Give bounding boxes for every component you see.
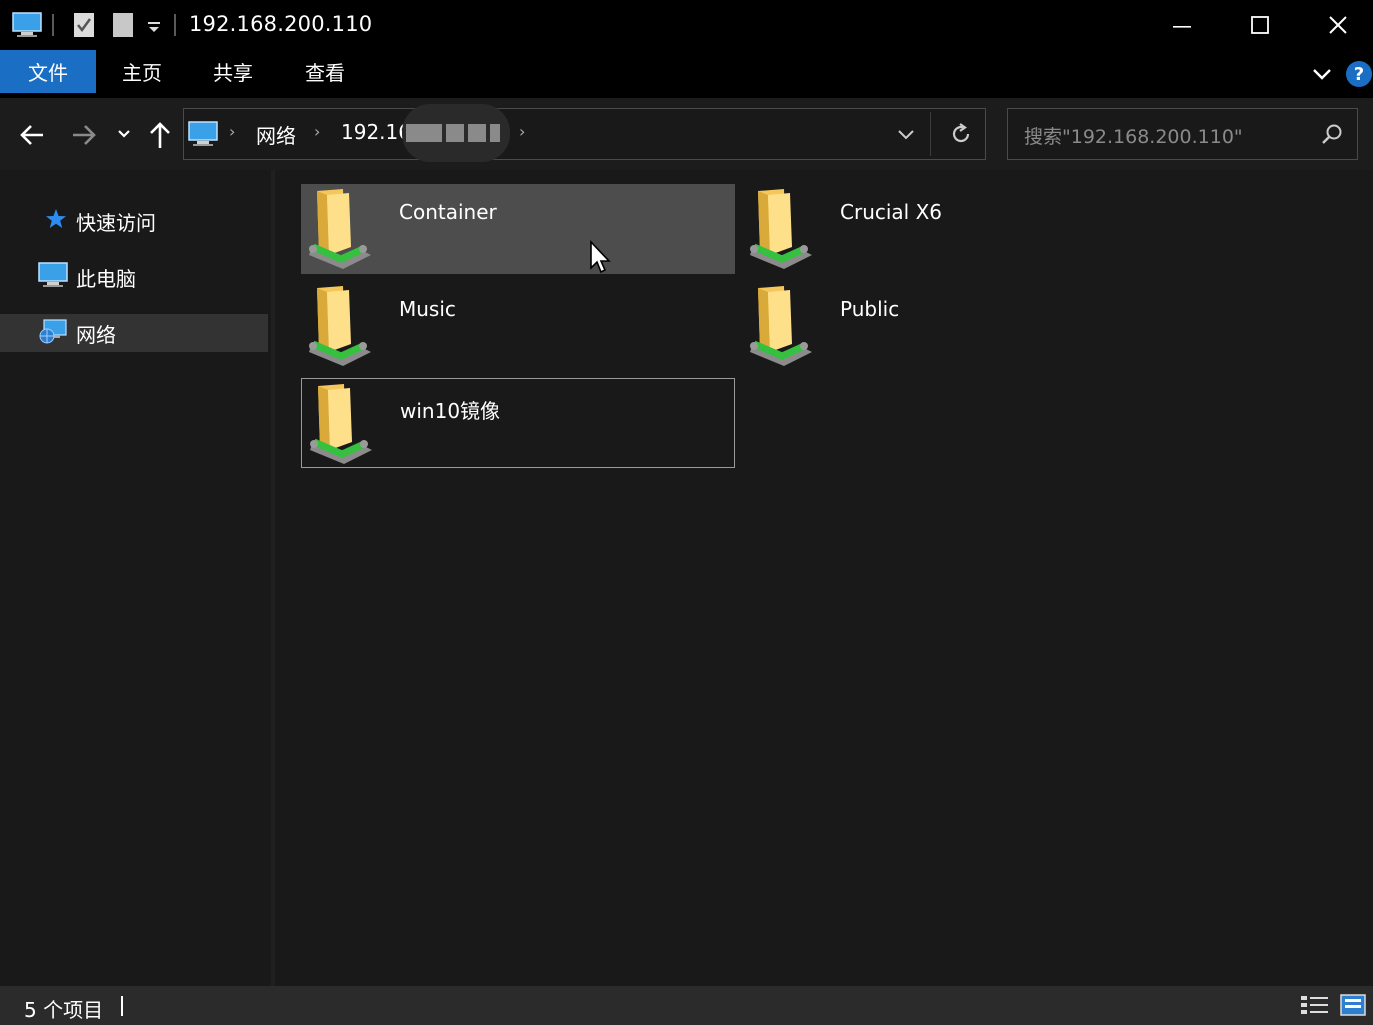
network-folder-icon: [746, 284, 816, 372]
tab-label: 查看: [305, 61, 345, 85]
tab-label: 主页: [122, 61, 162, 85]
computer-icon: [188, 121, 218, 151]
mouse-cursor-icon: [589, 239, 613, 280]
search-placeholder: 搜索"192.168.200.110": [1024, 126, 1243, 148]
qat-separator: [52, 14, 54, 36]
recent-locations-button[interactable]: [116, 126, 132, 146]
sidebar-item-label: 网络: [76, 322, 116, 347]
address-history-button[interactable]: [896, 126, 916, 148]
tab-file[interactable]: 文件: [0, 50, 96, 93]
network-folder-icon: [306, 382, 376, 470]
qat-separator: [174, 14, 176, 36]
breadcrumb-host[interactable]: 192.16: [341, 120, 411, 144]
help-icon: ?: [1353, 63, 1365, 85]
close-button[interactable]: [1299, 0, 1373, 50]
help-button[interactable]: ?: [1346, 61, 1372, 87]
folder-tile-container[interactable]: Container: [301, 184, 735, 274]
details-view-icon: [1301, 996, 1328, 1014]
properties-icon[interactable]: [72, 12, 96, 42]
forward-button[interactable]: [70, 121, 98, 153]
address-divider: [930, 112, 931, 156]
network-icon: [38, 317, 68, 349]
breadcrumb-network[interactable]: 网络: [256, 120, 296, 149]
folder-tile-music[interactable]: Music: [301, 281, 735, 371]
folder-name: Music: [399, 297, 456, 321]
folder-name: Crucial X6: [840, 200, 943, 224]
arrow-left-icon: [20, 125, 43, 145]
network-folder-icon: [305, 284, 375, 372]
star-icon: [44, 207, 68, 235]
computer-icon: [12, 12, 42, 42]
pane-divider[interactable]: [271, 170, 275, 986]
computer-icon: [38, 262, 68, 292]
chevron-right-icon: ›: [229, 122, 236, 141]
tab-label: 共享: [213, 61, 253, 85]
folder-tile-win10[interactable]: win10镜像: [301, 378, 735, 468]
arrow-up-icon: [150, 122, 170, 148]
chevron-down-icon: [118, 130, 130, 138]
new-folder-icon[interactable]: [111, 12, 135, 42]
chevron-right-icon: ›: [519, 122, 526, 141]
status-separator: [121, 996, 123, 1016]
back-button[interactable]: [18, 121, 46, 153]
tab-view[interactable]: 查看: [291, 50, 359, 93]
redaction-blur: [402, 104, 510, 162]
chevron-right-icon: ›: [314, 122, 321, 141]
folder-tile-crucial-x6[interactable]: Crucial X6: [742, 184, 1176, 274]
folder-name: win10镜像: [400, 399, 501, 423]
item-count: 5 个项目: [24, 998, 104, 1022]
folder-name: Public: [840, 297, 900, 321]
sidebar-item-quick-access[interactable]: 快速访问: [0, 202, 268, 240]
tiles-view-icon: [1340, 994, 1366, 1016]
network-folder-icon: [746, 187, 816, 275]
expand-ribbon-button[interactable]: [1311, 64, 1333, 88]
address-bar[interactable]: [183, 108, 986, 160]
sidebar-item-this-pc[interactable]: 此电脑: [0, 258, 268, 296]
network-folder-icon: [305, 187, 375, 275]
folder-name: Container: [399, 200, 497, 224]
up-button[interactable]: [146, 120, 174, 154]
sidebar-item-label: 此电脑: [76, 266, 136, 291]
tab-home[interactable]: 主页: [108, 50, 176, 93]
minimize-button[interactable]: [1143, 0, 1221, 50]
maximize-button[interactable]: [1221, 0, 1299, 50]
minimize-icon: [1173, 26, 1191, 28]
sidebar-item-network[interactable]: 网络: [0, 314, 268, 352]
chevron-down-icon: [1313, 69, 1331, 80]
refresh-icon: [952, 123, 970, 143]
customize-qat-icon[interactable]: [147, 14, 161, 40]
sidebar-item-label: 快速访问: [76, 210, 156, 235]
arrow-right-icon: [73, 125, 96, 145]
details-view-button[interactable]: [1300, 994, 1330, 1020]
tab-label: 文件: [28, 61, 68, 85]
refresh-button[interactable]: [949, 122, 973, 150]
chevron-down-icon: [898, 130, 914, 140]
window-title: 192.168.200.110: [189, 12, 373, 36]
close-icon: [1329, 16, 1347, 34]
maximize-icon: [1251, 16, 1269, 34]
status-bar: [0, 986, 1373, 1025]
tab-share[interactable]: 共享: [199, 50, 267, 93]
tiles-view-button[interactable]: [1340, 994, 1366, 1020]
folder-tile-public[interactable]: Public: [742, 281, 1176, 371]
search-icon: [1320, 122, 1344, 150]
